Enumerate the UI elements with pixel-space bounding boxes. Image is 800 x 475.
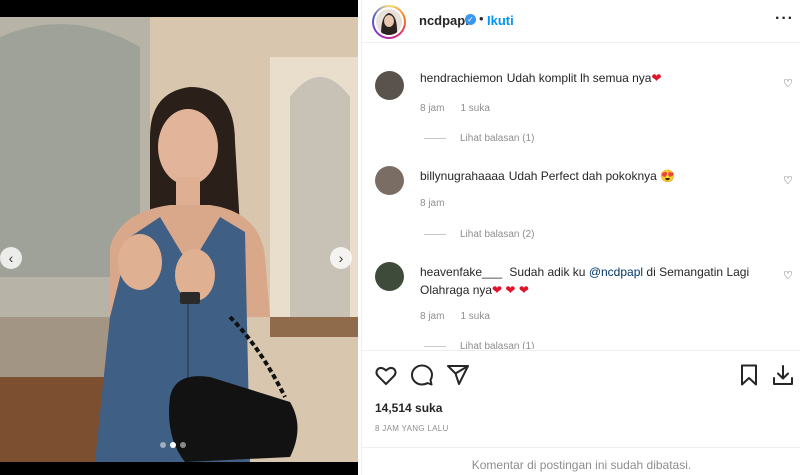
follow-button[interactable]: Ikuti <box>487 13 514 28</box>
post-actions-bar <box>362 350 800 398</box>
comment-time: 8 jam <box>420 103 445 114</box>
carousel-dot <box>180 442 186 448</box>
carousel-next-button[interactable]: › <box>330 247 352 269</box>
comments-list[interactable]: hendrachiemon Udah komplit lh semua nya ❤ … <box>362 44 800 349</box>
comment-meta: 8 jam <box>420 198 444 209</box>
commenter-avatar[interactable] <box>375 262 404 291</box>
bookmark-icon[interactable] <box>737 363 761 387</box>
more-options-icon[interactable]: ··· <box>775 10 794 28</box>
view-replies-button[interactable]: Lihat balasan (1) <box>424 341 535 349</box>
comment-like-heart-icon[interactable]: ♡ <box>783 77 793 90</box>
comment-body-start: Sudah adik ku <box>509 265 586 279</box>
comments-disabled-notice: Komentar di postingan ini sudah dibatasi… <box>362 447 800 475</box>
comment-username[interactable]: billynugrahaaaa <box>420 169 505 183</box>
comment-meta: 8 jam 1 suka <box>420 103 490 114</box>
comment-text: billynugrahaaaa Udah Perfect dah pokoknya… <box>420 167 760 185</box>
header-separator: • <box>479 11 484 26</box>
post-side-panel: ncdpapl ✓ • Ikuti ··· hendrachiemon Udah … <box>361 0 800 475</box>
comment-text: heavenfake___ Sudah adik ku @ncdpapl di … <box>420 263 760 299</box>
heart-emoji: ❤ <box>651 71 662 85</box>
heart-icon[interactable] <box>374 363 398 387</box>
comment-username[interactable]: heavenfake___ <box>420 265 502 279</box>
comment-mention-link[interactable]: @ncdpapl <box>589 265 643 279</box>
post-timestamp: 8 JAM YANG LALU <box>375 424 449 433</box>
share-icon[interactable] <box>446 363 470 387</box>
comment-time: 8 jam <box>420 198 445 209</box>
carousel-dot-active <box>170 442 176 448</box>
likes-count[interactable]: 14,514 suka <box>375 401 442 415</box>
comment-likes[interactable]: 1 suka <box>460 103 489 114</box>
post-photo-illustration <box>0 17 358 462</box>
view-replies-button[interactable]: Lihat balasan (1) <box>424 133 535 144</box>
comment-like-heart-icon[interactable]: ♡ <box>783 174 793 187</box>
comment-username[interactable]: hendrachiemon <box>420 71 503 85</box>
author-username[interactable]: ncdpapl <box>419 13 469 28</box>
download-icon[interactable] <box>771 363 795 387</box>
commenter-avatar[interactable] <box>375 166 404 195</box>
carousel-prev-button[interactable]: ‹ <box>0 247 22 269</box>
comment-icon[interactable] <box>410 363 434 387</box>
carousel-indicator <box>160 442 186 448</box>
chevron-left-icon: ‹ <box>8 250 14 266</box>
heart-emoji: ❤ ❤ ❤ <box>492 283 529 297</box>
author-avatar[interactable] <box>372 5 406 39</box>
post-photo: ‹ › <box>0 17 358 462</box>
post-photo-panel: ‹ › <box>0 0 358 475</box>
heart-eyes-emoji: 😍 <box>660 169 676 183</box>
comment-body: Udah Perfect dah pokoknya <box>508 169 657 183</box>
view-replies-label: Lihat balasan (1) <box>460 341 535 349</box>
chevron-right-icon: › <box>338 250 344 266</box>
comment-body: Udah komplit lh semua nya <box>506 71 652 85</box>
comment-meta: 8 jam 1 suka <box>420 311 490 322</box>
comment-like-heart-icon[interactable]: ♡ <box>783 269 793 282</box>
view-replies-button[interactable]: Lihat balasan (2) <box>424 229 535 240</box>
carousel-dot <box>160 442 166 448</box>
comment-likes[interactable]: 1 suka <box>460 311 489 322</box>
verified-badge-icon: ✓ <box>465 14 476 25</box>
view-replies-label: Lihat balasan (2) <box>460 229 535 240</box>
commenter-avatar[interactable] <box>375 71 404 100</box>
comment-time: 8 jam <box>420 311 445 322</box>
view-replies-label: Lihat balasan (1) <box>460 133 535 144</box>
comment-text: hendrachiemon Udah komplit lh semua nya❤ <box>420 69 760 87</box>
post-header: ncdpapl ✓ • Ikuti ··· <box>362 0 800 43</box>
